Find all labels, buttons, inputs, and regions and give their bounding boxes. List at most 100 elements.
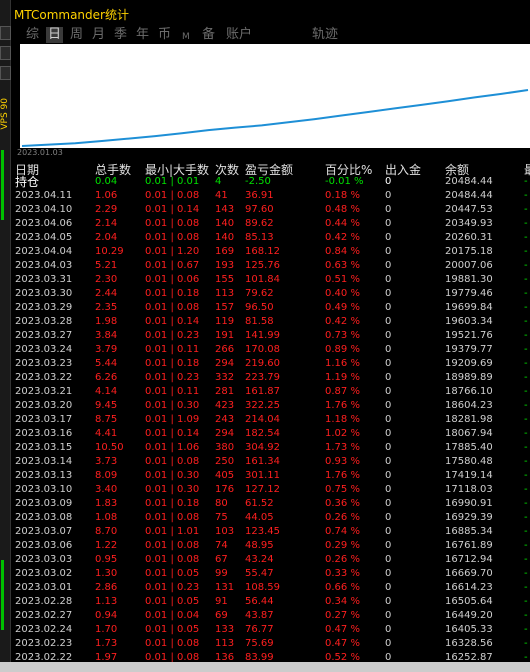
table-row: 2023.03.08 1.08 0.01 | 0.08 75 44.05 0.26 % 0 1… <box>0 511 530 525</box>
cell-deposit-withdrawal: 0 <box>385 400 392 411</box>
app-title: MTCommander统计 <box>14 8 129 22</box>
cell-percent: 0.84 % <box>325 246 360 257</box>
cell-date: 2023.03.21 <box>15 386 73 397</box>
cell-percent: 1.76 % <box>325 400 360 411</box>
cell-trade-count: 294 <box>215 358 235 369</box>
cell-total-lots: 4.14 <box>95 386 118 397</box>
tab-2[interactable]: 周 <box>70 27 83 43</box>
cell-trade-count: 140 <box>215 232 235 243</box>
table-row: 2023.03.06 1.22 0.01 | 0.08 74 48.95 0.29 % 0 1… <box>0 539 530 553</box>
cell-more: - <box>524 316 528 327</box>
cell-trade-count: 74 <box>215 540 228 551</box>
cell-profit-loss: 44.05 <box>245 512 274 523</box>
table-row: 2023.03.30 2.44 0.01 | 0.18 113 79.62 0.40 % 0… <box>0 287 530 301</box>
cell-more: - <box>524 442 528 453</box>
cell-percent: 0.34 % <box>325 596 360 607</box>
holding-deposit-withdrawal: 0 <box>385 176 392 187</box>
cell-deposit-withdrawal: 0 <box>385 316 392 327</box>
cell-percent: 0.89 % <box>325 344 360 355</box>
cell-profit-loss: 96.50 <box>245 302 274 313</box>
cell-deposit-withdrawal: 0 <box>385 358 392 369</box>
cell-date: 2023.03.03 <box>15 554 73 565</box>
cell-date: 2023.03.23 <box>15 358 73 369</box>
table-row: 2023.02.27 0.94 0.01 | 0.04 69 43.87 0.27 % 0 1… <box>0 609 530 623</box>
toolbar-button[interactable] <box>0 46 11 60</box>
table-row: 2023.03.07 8.70 0.01 | 1.01 103 123.45 0.74 %… <box>0 525 530 539</box>
table-row: 2023.04.10 2.29 0.01 | 0.14 143 97.60 0.48 % 0… <box>0 203 530 217</box>
tab-1[interactable]: 日 <box>46 27 64 43</box>
cell-balance: 18766.10 <box>445 386 493 397</box>
cell-total-lots: 0.94 <box>95 610 118 621</box>
table-row: 2023.02.24 1.70 0.01 | 0.05 133 76.77 0.47 % 0… <box>0 623 530 637</box>
cell-more: - <box>524 372 528 383</box>
cell-more: - <box>524 456 528 467</box>
cell-min-max-lots: 0.01 | 0.08 <box>145 554 200 565</box>
cell-trade-count: 67 <box>215 554 228 565</box>
cell-percent: 0.75 % <box>325 484 360 495</box>
tab-5[interactable]: 年 <box>136 27 149 43</box>
cell-date: 2023.03.31 <box>15 274 73 285</box>
cell-date: 2023.03.07 <box>15 526 73 537</box>
cell-total-lots: 3.79 <box>95 344 118 355</box>
tab-0[interactable]: 综 <box>26 27 39 43</box>
cell-profit-loss: 304.92 <box>245 442 280 453</box>
tab-6[interactable]: 币 <box>158 27 171 43</box>
tab-10[interactable]: 轨迹 <box>312 27 338 43</box>
cell-deposit-withdrawal: 0 <box>385 302 392 313</box>
cell-total-lots: 0.95 <box>95 554 118 565</box>
cell-total-lots: 1.30 <box>95 568 118 579</box>
cell-total-lots: 6.26 <box>95 372 118 383</box>
cell-percent: 0.33 % <box>325 568 360 579</box>
cell-date: 2023.03.15 <box>15 442 73 453</box>
cell-percent: 0.87 % <box>325 386 360 397</box>
cell-deposit-withdrawal: 0 <box>385 246 392 257</box>
cell-trade-count: 191 <box>215 330 235 341</box>
toolbar-button[interactable] <box>0 26 11 40</box>
holding-percent: -0.01 % <box>325 176 364 187</box>
cell-profit-loss: 43.87 <box>245 610 274 621</box>
cell-balance: 16761.89 <box>445 540 493 551</box>
cell-trade-count: 193 <box>215 260 235 271</box>
cell-balance: 16885.34 <box>445 526 493 537</box>
cell-balance: 19779.46 <box>445 288 493 299</box>
cell-balance: 18281.98 <box>445 414 493 425</box>
cell-balance: 18067.94 <box>445 428 493 439</box>
cell-trade-count: 119 <box>215 316 235 327</box>
tab-7[interactable]: M <box>182 29 190 45</box>
cell-date: 2023.03.20 <box>15 400 73 411</box>
cell-trade-count: 266 <box>215 344 235 355</box>
cell-more: - <box>524 414 528 425</box>
cell-date: 2023.03.30 <box>15 288 73 299</box>
cell-profit-loss: 219.60 <box>245 358 280 369</box>
cell-trade-count: 143 <box>215 204 235 215</box>
cell-total-lots: 5.44 <box>95 358 118 369</box>
cell-trade-count: 41 <box>215 190 228 201</box>
table-row: 2023.03.24 3.79 0.01 | 0.11 266 170.08 0.89 %… <box>0 343 530 357</box>
table-row: 2023.03.20 9.45 0.01 | 0.30 423 322.25 1.76 %… <box>0 399 530 413</box>
cell-percent: 1.19 % <box>325 372 360 383</box>
cell-date: 2023.03.06 <box>15 540 73 551</box>
cell-date: 2023.03.16 <box>15 428 73 439</box>
cell-trade-count: 69 <box>215 610 228 621</box>
cell-deposit-withdrawal: 0 <box>385 554 392 565</box>
cell-min-max-lots: 0.01 | 0.11 <box>145 386 200 397</box>
table-row: 2023.03.31 2.30 0.01 | 0.06 155 101.84 0.51 %… <box>0 273 530 287</box>
tab-9[interactable]: 账户 <box>226 27 252 43</box>
cell-total-lots: 8.70 <box>95 526 118 537</box>
cell-deposit-withdrawal: 0 <box>385 372 392 383</box>
cell-min-max-lots: 0.01 | 0.08 <box>145 232 200 243</box>
cell-more: - <box>524 582 528 593</box>
cell-min-max-lots: 0.01 | 0.30 <box>145 484 200 495</box>
tab-8[interactable]: 备 <box>202 27 215 43</box>
tab-3[interactable]: 月 <box>92 27 105 43</box>
tab-4[interactable]: 季 <box>114 27 127 43</box>
equity-curve-plot <box>21 89 529 147</box>
cell-profit-loss: 79.62 <box>245 288 274 299</box>
cell-percent: 0.36 % <box>325 498 360 509</box>
cell-percent: 0.73 % <box>325 330 360 341</box>
cell-trade-count: 103 <box>215 526 235 537</box>
cell-balance: 18989.89 <box>445 372 493 383</box>
cell-trade-count: 157 <box>215 302 235 313</box>
cell-balance: 18604.23 <box>445 400 493 411</box>
toolbar-button[interactable] <box>0 66 11 80</box>
